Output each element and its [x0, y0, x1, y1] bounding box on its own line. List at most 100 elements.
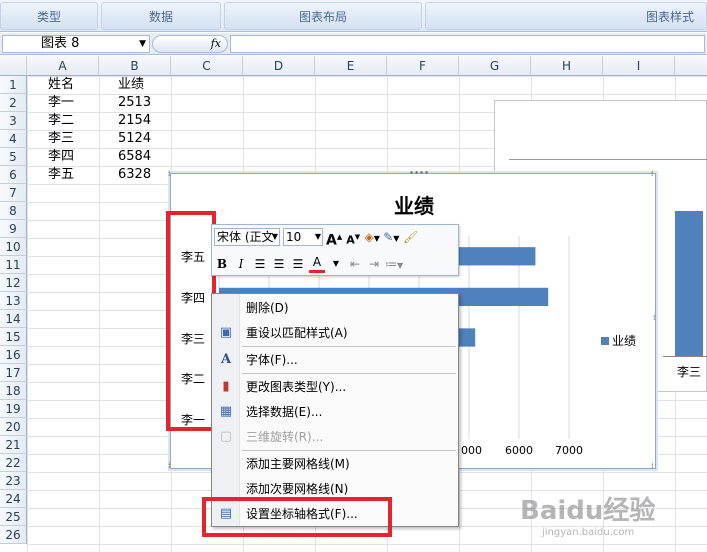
- row-header[interactable]: 15: [0, 328, 27, 346]
- row-header[interactable]: 25: [0, 508, 27, 526]
- format-painter-icon[interactable]: 🖌: [402, 228, 418, 246]
- cell-value[interactable]: 6584: [118, 148, 151, 166]
- cell-value[interactable]: 2513: [118, 94, 151, 112]
- column-header[interactable]: G: [459, 56, 531, 76]
- row-header[interactable]: 26: [0, 526, 27, 544]
- cell-a1[interactable]: 姓名: [48, 76, 74, 94]
- row-header[interactable]: 3: [0, 112, 27, 130]
- column-header[interactable]: I: [603, 56, 675, 76]
- row-header[interactable]: 12: [0, 274, 27, 292]
- font-color-button[interactable]: A: [309, 255, 325, 273]
- chevron-down-icon[interactable]: ▼: [272, 229, 278, 245]
- italic-button[interactable]: I: [233, 255, 249, 273]
- cell-name[interactable]: 李三: [48, 130, 74, 148]
- cell-b1[interactable]: 业绩: [118, 76, 144, 94]
- fill-color-icon[interactable]: ◈▼: [364, 228, 380, 246]
- reset-style-icon: ▣: [219, 325, 233, 340]
- row-header[interactable]: 14: [0, 310, 27, 328]
- row-header[interactable]: 22: [0, 454, 27, 472]
- menu-item-change-chart-type[interactable]: ▮ 更改图表类型(Y)...: [212, 375, 458, 399]
- align-right-icon[interactable]: ☰: [290, 255, 306, 273]
- column-header[interactable]: [675, 56, 707, 76]
- shrink-font-button[interactable]: A▼: [345, 228, 361, 247]
- column-header[interactable]: C: [171, 56, 243, 76]
- watermark-url: jingyan.baidu.com: [542, 527, 635, 538]
- select-all-corner[interactable]: [0, 56, 27, 76]
- align-center-icon[interactable]: ☰: [271, 255, 287, 273]
- row-header[interactable]: 7: [0, 184, 27, 202]
- menu-item-add-major-gridlines[interactable]: 添加主要网格线(M): [212, 452, 458, 476]
- ribbon-group-type[interactable]: 类型: [0, 2, 98, 30]
- font-icon: A: [220, 352, 232, 367]
- legend-swatch: [601, 336, 609, 345]
- bold-button[interactable]: B: [214, 255, 230, 273]
- column-header[interactable]: H: [531, 56, 603, 76]
- cell-value[interactable]: 6328: [118, 166, 151, 184]
- formula-controls: fx: [152, 35, 228, 53]
- cell-name[interactable]: 李二: [48, 112, 74, 130]
- outline-color-icon[interactable]: ✎▼: [383, 228, 399, 246]
- increase-indent-icon[interactable]: ⇥: [366, 255, 382, 273]
- menu-item-select-data[interactable]: ▦ 选择数据(E)...: [212, 400, 458, 424]
- chevron-down-icon[interactable]: ▼: [315, 229, 321, 245]
- legend-label: 业绩: [612, 334, 637, 348]
- name-box[interactable]: 图表 8 ▼: [2, 35, 150, 53]
- menu-item-font[interactable]: A 字体(F)...: [212, 348, 458, 372]
- row-header[interactable]: 1: [0, 76, 27, 94]
- row-header[interactable]: 5: [0, 148, 27, 166]
- chart-bar[interactable]: [675, 211, 703, 356]
- row-header[interactable]: 18: [0, 382, 27, 400]
- ribbon-group-labels: 类型 数据 图表布局 图表样式: [0, 0, 707, 32]
- menu-item-reset-style[interactable]: ▣ 重设以匹配样式(A): [212, 321, 458, 345]
- column-header[interactable]: D: [243, 56, 315, 76]
- font-name-value: 宋体 (正文: [217, 230, 274, 244]
- row-header[interactable]: 9: [0, 220, 27, 238]
- cell-name[interactable]: 李一: [48, 94, 74, 112]
- bullets-icon[interactable]: ≔▼: [385, 255, 403, 273]
- row-header[interactable]: 23: [0, 472, 27, 490]
- chart-gridline: [509, 159, 707, 160]
- font-size-value: 10: [286, 230, 302, 244]
- chart-type-icon: ▮: [222, 379, 230, 394]
- column-header[interactable]: B: [99, 56, 171, 76]
- row-header[interactable]: 21: [0, 436, 27, 454]
- value-tick-label: 7000: [555, 444, 583, 457]
- grow-font-button[interactable]: A▲: [326, 228, 342, 249]
- cell-name[interactable]: 李五: [48, 166, 74, 184]
- cell-name[interactable]: 李四: [48, 148, 74, 166]
- row-header[interactable]: 6: [0, 166, 27, 184]
- value-tick-label: 000: [461, 444, 482, 457]
- row-header[interactable]: 2: [0, 94, 27, 112]
- font-size-select[interactable]: 10 ▼: [283, 228, 323, 246]
- mini-toolbar: 宋体 (正文 ▼ 10 ▼ A▲ A▼ ◈▼ ✎▼ 🖌 B I ☰ ☰ ☰ A …: [211, 224, 459, 276]
- cell-value[interactable]: 2154: [118, 112, 151, 130]
- insert-function-icon[interactable]: fx: [211, 37, 221, 50]
- menu-item-3d-rotation[interactable]: ▢ 三维旋转(R)...: [212, 425, 458, 449]
- row-header[interactable]: 16: [0, 346, 27, 364]
- row-header[interactable]: 24: [0, 490, 27, 508]
- chart-category-label: 李三: [677, 365, 702, 379]
- decrease-indent-icon[interactable]: ⇤: [347, 255, 363, 273]
- row-header[interactable]: 11: [0, 256, 27, 274]
- row-header[interactable]: 19: [0, 400, 27, 418]
- row-header[interactable]: 17: [0, 364, 27, 382]
- column-header[interactable]: E: [315, 56, 387, 76]
- row-header[interactable]: 13: [0, 292, 27, 310]
- row-header[interactable]: 20: [0, 418, 27, 436]
- ribbon-group-chart-styles[interactable]: 图表样式: [425, 2, 707, 30]
- font-name-select[interactable]: 宋体 (正文 ▼: [214, 228, 280, 246]
- ribbon-group-data[interactable]: 数据: [101, 2, 221, 30]
- row-header[interactable]: 10: [0, 238, 27, 256]
- row-header[interactable]: 4: [0, 130, 27, 148]
- row-header[interactable]: 8: [0, 202, 27, 220]
- chevron-down-icon[interactable]: ▼: [328, 255, 344, 273]
- column-header[interactable]: A: [27, 56, 99, 76]
- cell-value[interactable]: 5124: [118, 130, 151, 148]
- formula-input[interactable]: [230, 35, 705, 53]
- legend[interactable]: 业绩: [601, 332, 636, 349]
- column-header[interactable]: F: [387, 56, 459, 76]
- chevron-down-icon[interactable]: ▼: [139, 36, 146, 52]
- align-left-icon[interactable]: ☰: [252, 255, 268, 273]
- menu-item-delete[interactable]: 删除(D): [212, 296, 458, 320]
- ribbon-group-chart-layout[interactable]: 图表布局: [224, 2, 422, 30]
